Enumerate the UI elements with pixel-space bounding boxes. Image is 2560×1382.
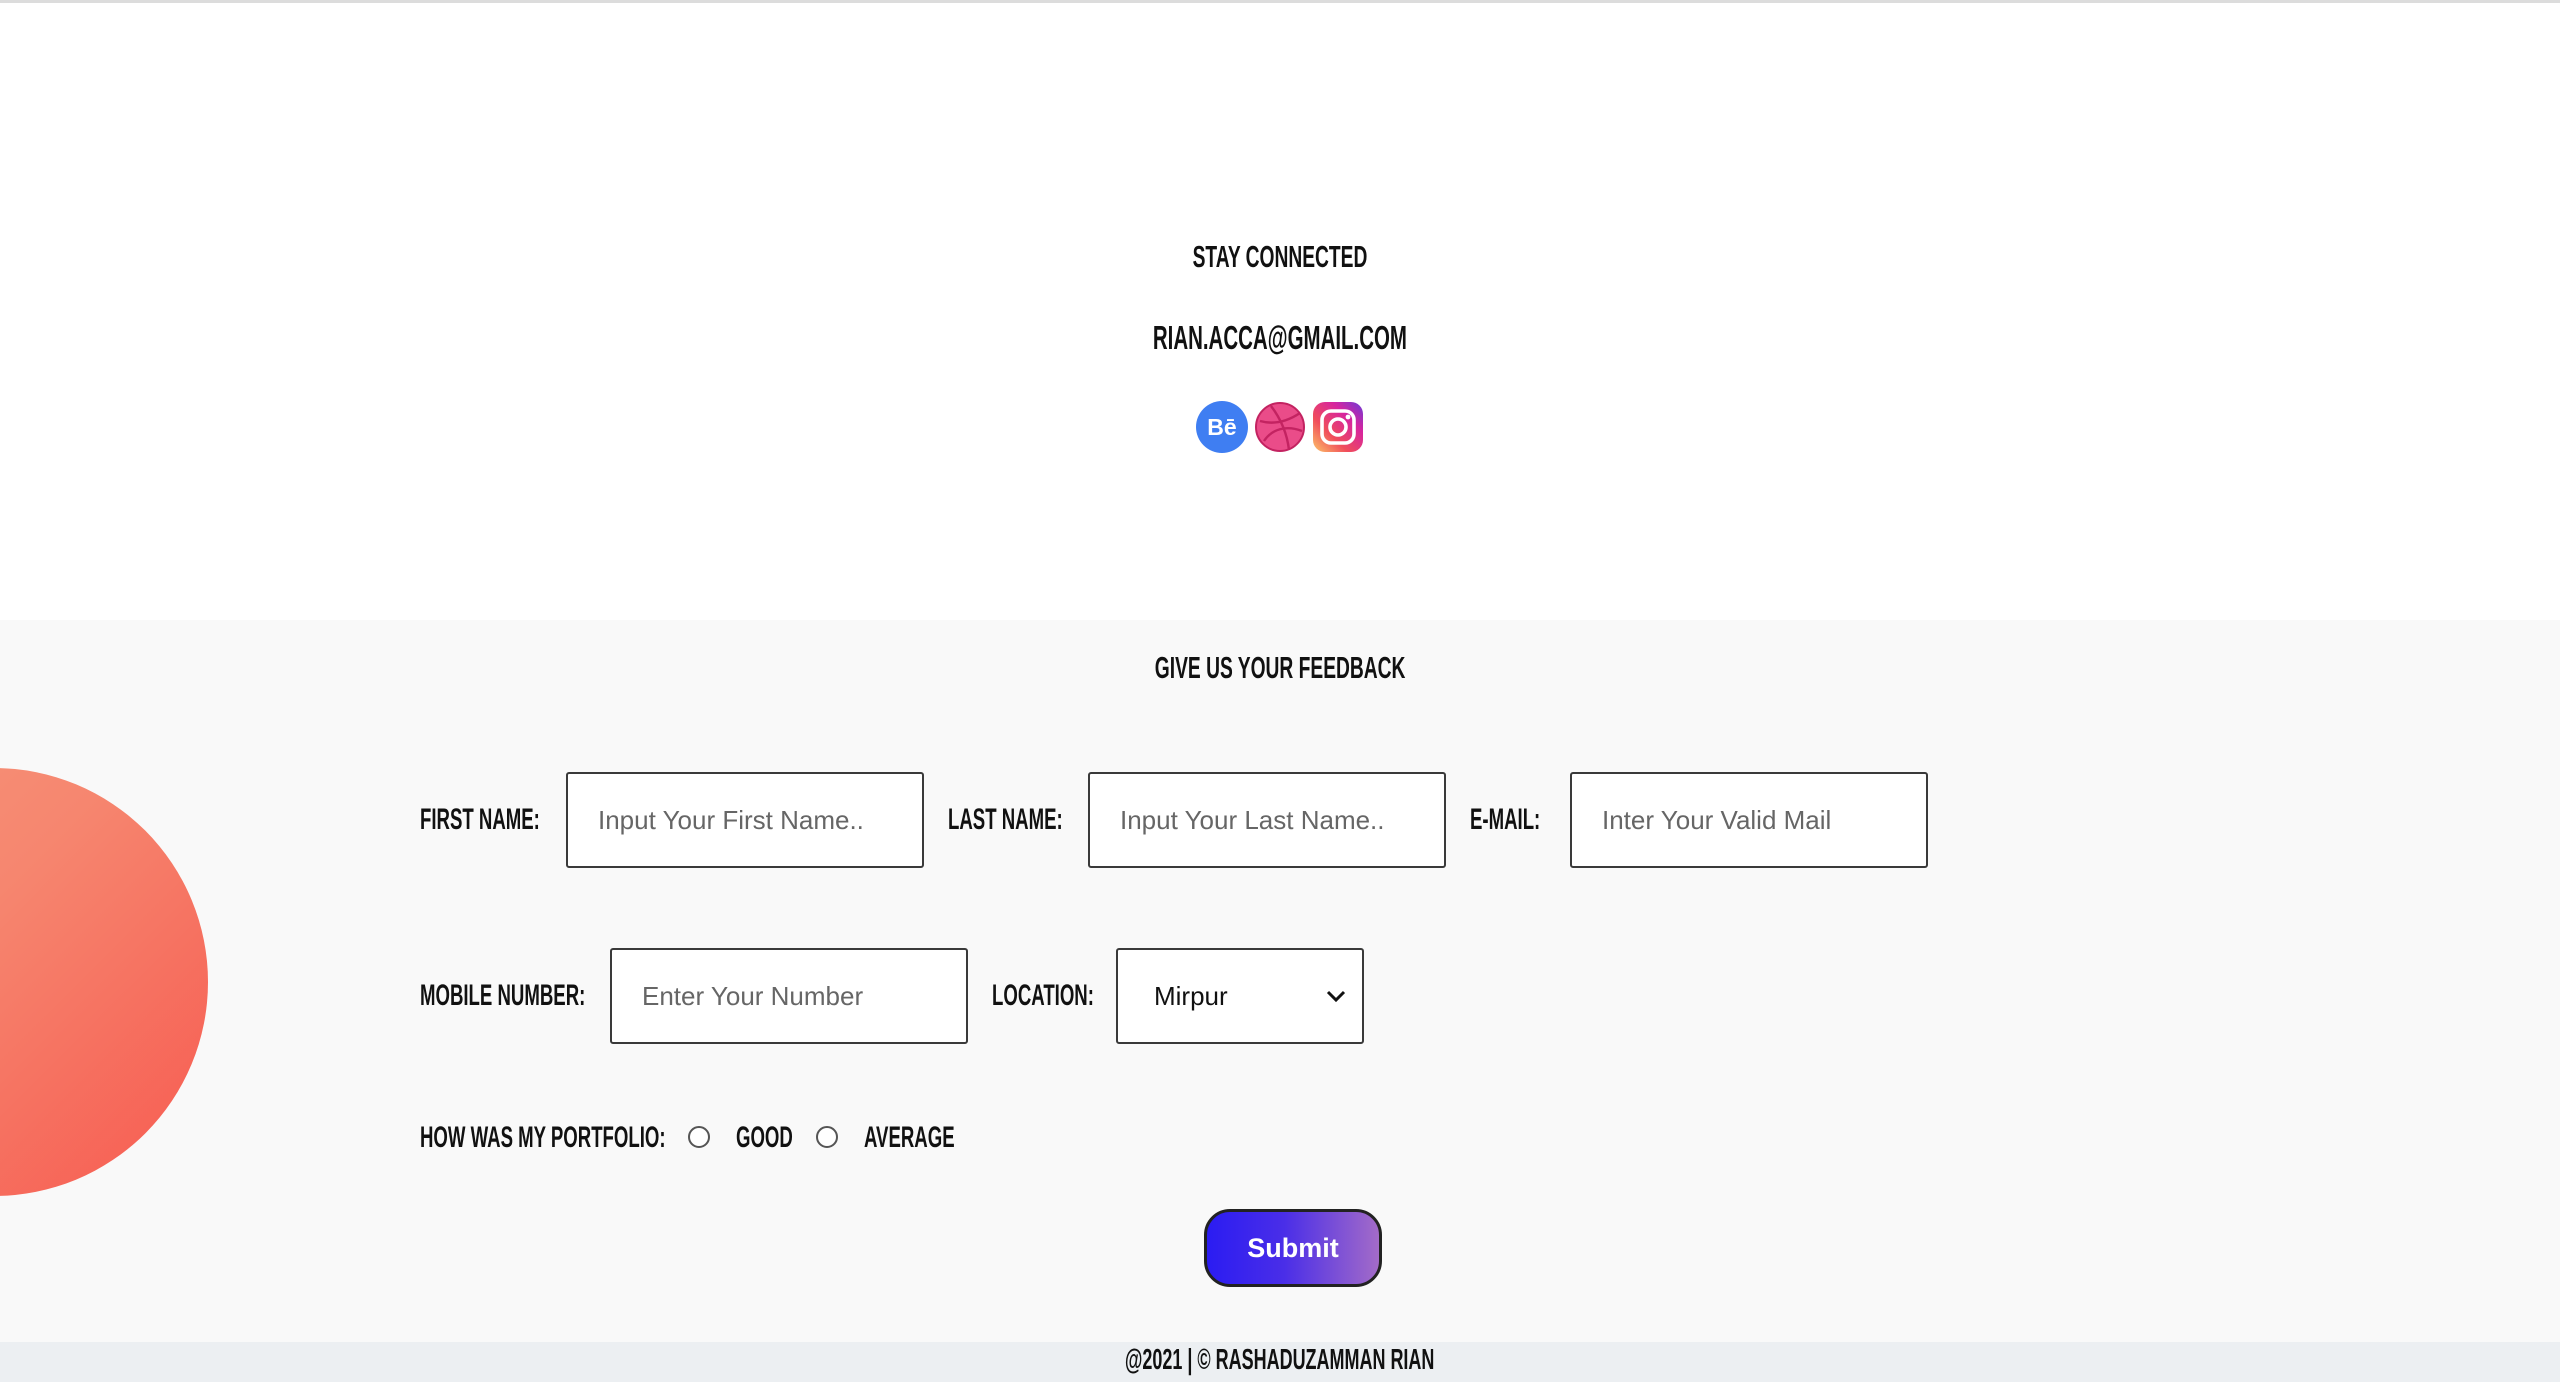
chevron-down-icon [1326,990,1346,1003]
contact-email-link[interactable]: RIAN.ACCA@GMAIL.COM [1153,319,1407,357]
stay-connected-heading: STAY CONNECTED [1192,239,1368,274]
email-input[interactable] [1570,772,1928,868]
decorative-circle [0,768,208,1196]
rating-good-radio[interactable] [688,1126,710,1148]
feedback-heading: GIVE US YOUR FEEDBACK [1154,650,1406,685]
last-name-input[interactable] [1088,772,1446,868]
mobile-number-input[interactable] [610,948,968,1044]
behance-link[interactable]: Bē [1196,401,1248,453]
last-name-label: LAST NAME: [948,803,1063,836]
instagram-icon [1313,402,1363,452]
submit-button[interactable]: Submit [1204,1209,1382,1287]
svg-text:Bē: Bē [1207,414,1236,440]
rating-average-radio[interactable] [816,1126,838,1148]
stay-connected-section: STAY CONNECTED RIAN.ACCA@GMAIL.COM Bē [0,3,2560,620]
copyright-text: @2021 | © RASHADUZAMMAN RIAN [1125,1344,1435,1376]
footer: @2021 | © RASHADUZAMMAN RIAN [0,1342,2560,1382]
behance-icon: Bē [1196,401,1248,453]
social-links: Bē [0,401,2560,453]
rating-average-label[interactable]: AVERAGE [864,1120,955,1156]
first-name-label: FIRST NAME: [420,803,540,836]
feedback-section: GIVE US YOUR FEEDBACK FIRST NAME: LAST N… [0,620,2560,1342]
location-select[interactable]: Mirpur [1116,948,1364,1044]
mobile-number-label: MOBILE NUMBER: [420,979,586,1012]
dribbble-icon [1255,402,1305,452]
location-selected-value: Mirpur [1154,980,1228,1011]
dribbble-link[interactable] [1254,401,1306,453]
instagram-link[interactable] [1312,401,1364,453]
portfolio-rating-label: HOW WAS MY PORTFOLIO: [420,1121,666,1154]
rating-good-label[interactable]: GOOD [736,1120,793,1156]
email-label: E-MAIL: [1470,803,1541,836]
location-label: LOCATION: [992,979,1094,1012]
first-name-input[interactable] [566,772,924,868]
